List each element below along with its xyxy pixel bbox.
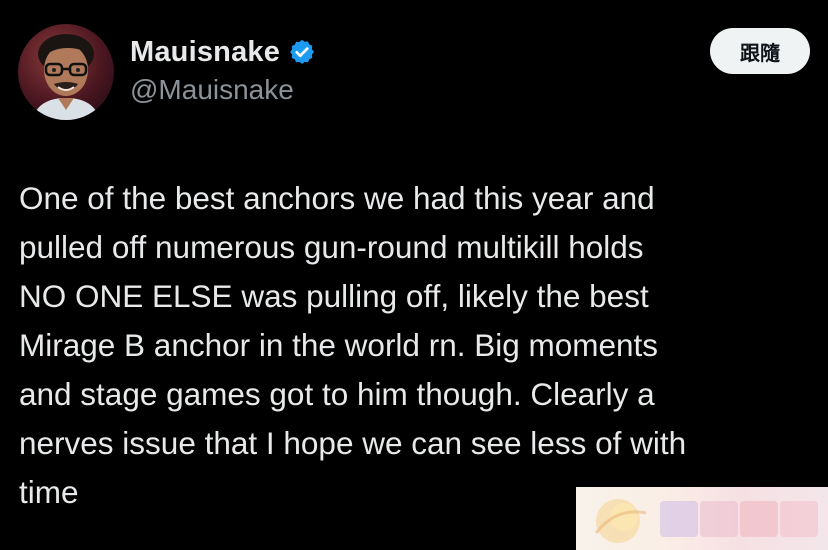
tweet-text: One of the best anchors we had this year… — [19, 180, 687, 510]
follow-button[interactable]: 跟隨 — [710, 28, 810, 74]
watermark — [576, 487, 828, 550]
user-handle[interactable]: @Mauisnake — [130, 74, 316, 106]
tweet-header: Mauisnake @Mauisnake 跟隨 — [18, 24, 810, 124]
display-name-row: Mauisnake — [130, 34, 316, 70]
tweet: Mauisnake @Mauisnake 跟隨 One of the best … — [0, 0, 828, 550]
watermark-logo-icon — [594, 499, 818, 543]
display-name[interactable]: Mauisnake — [130, 36, 280, 69]
user-name-block: Mauisnake @Mauisnake — [130, 34, 316, 106]
avatar-image — [32, 34, 100, 120]
avatar[interactable] — [18, 24, 114, 120]
verified-badge-icon — [288, 38, 316, 66]
